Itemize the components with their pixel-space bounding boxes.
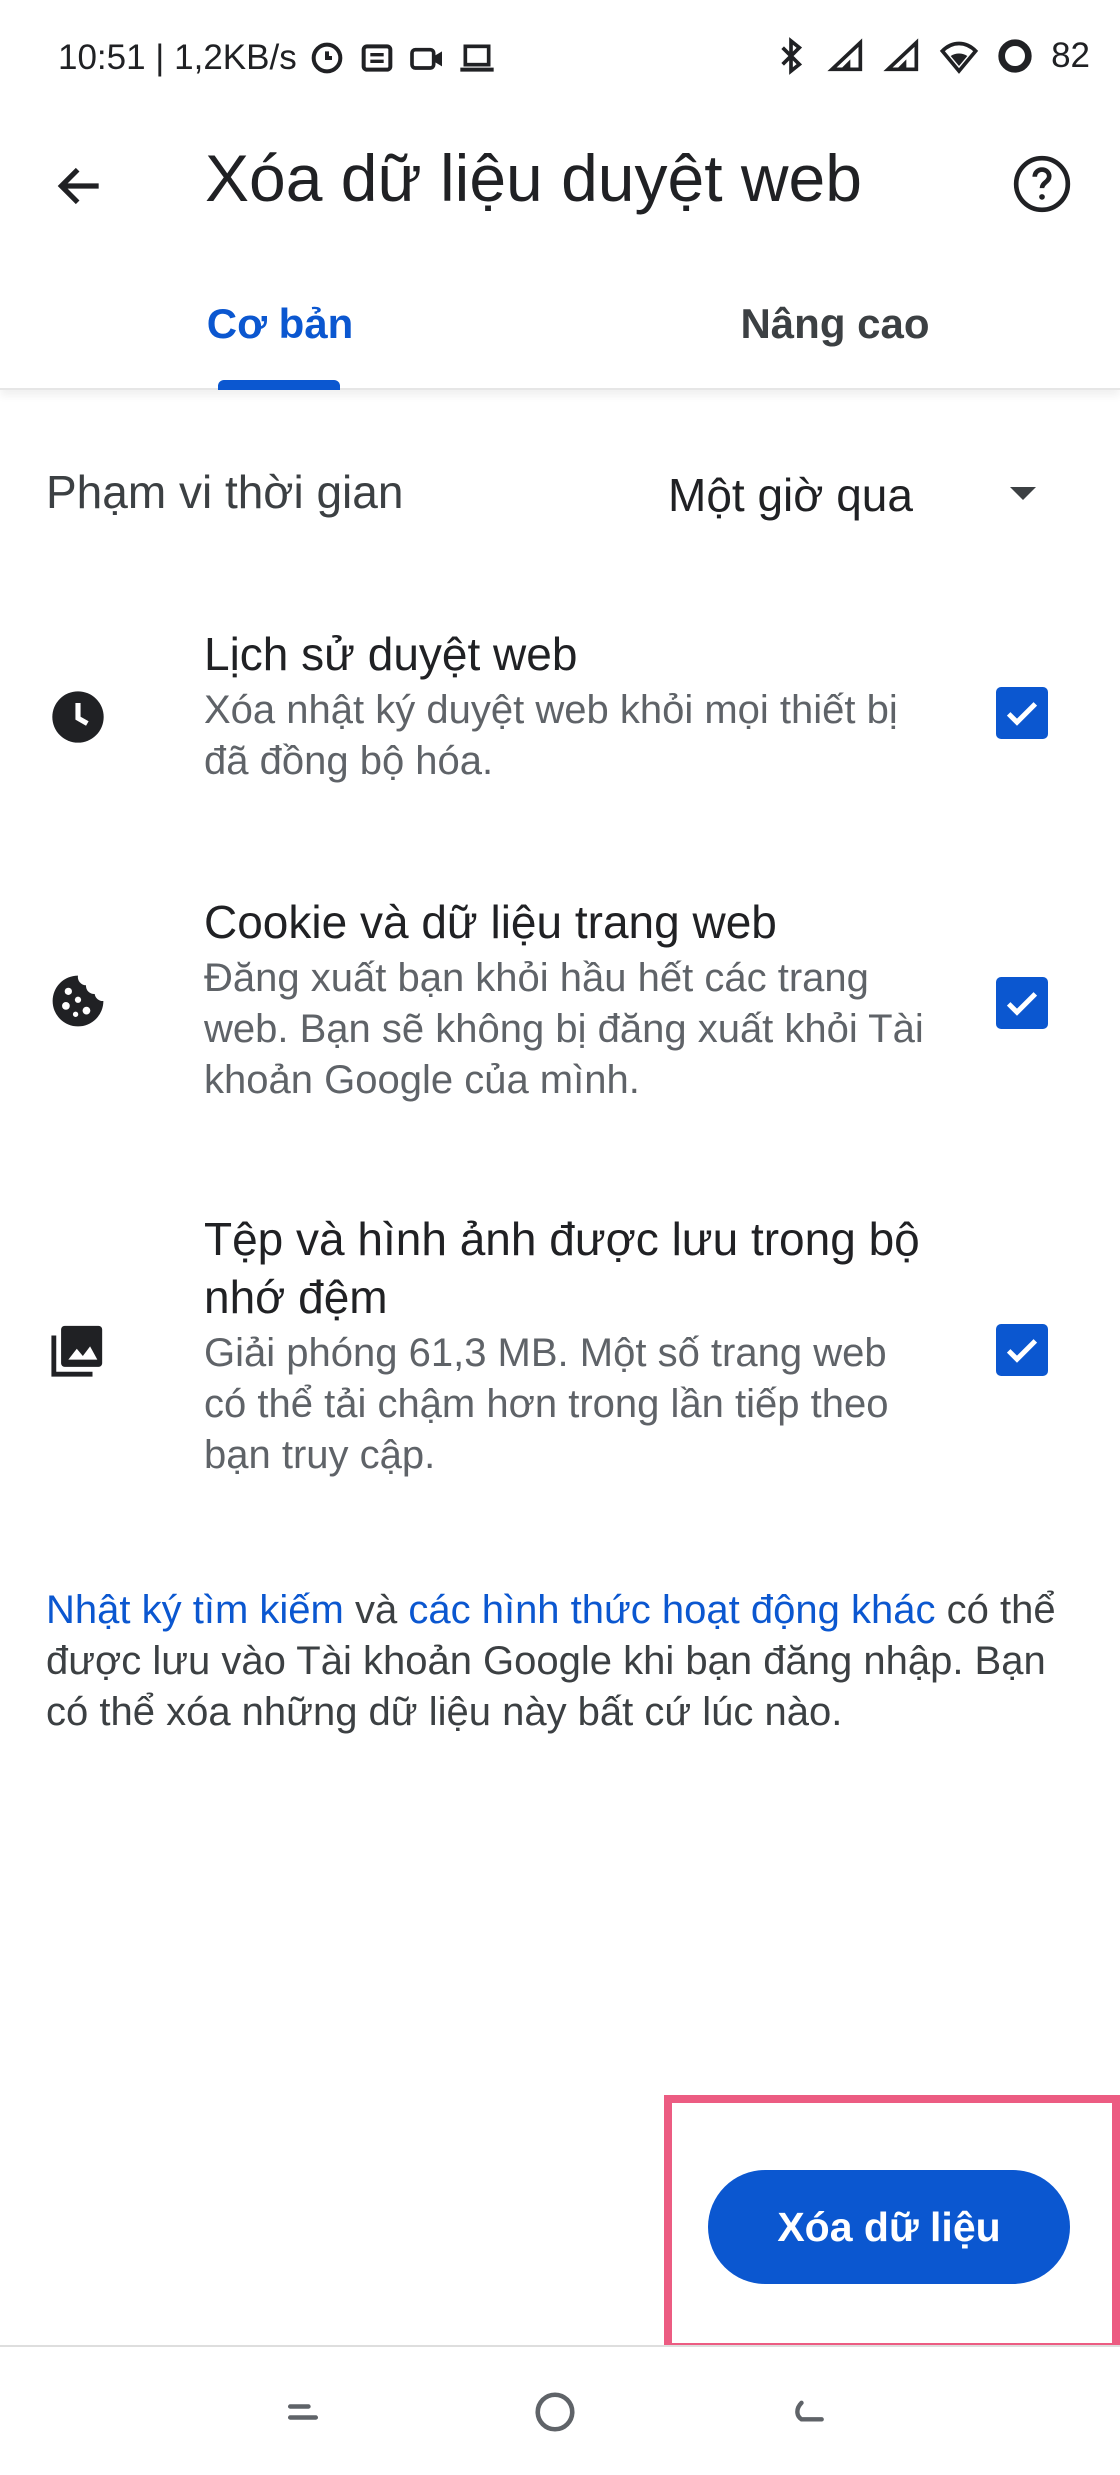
status-right: 82 — [771, 36, 1090, 76]
option-title: Cookie và dữ liệu trang web — [204, 896, 777, 948]
alarm-icon — [311, 42, 343, 74]
check-icon — [1006, 702, 1038, 726]
checkbox-browsing-history[interactable] — [996, 687, 1048, 739]
note-connector: và — [354, 1588, 398, 1632]
laptop-icon — [460, 44, 494, 72]
check-icon — [1006, 992, 1038, 1016]
option-text: Cookie và dữ liệu trang web Đăng xuất bạ… — [204, 893, 934, 1106]
time-range-value: Một giờ qua — [668, 469, 913, 521]
tab-bar: Cơ bản Nâng cao — [0, 268, 1120, 390]
activity-note: Nhật ký tìm kiếm và các hình thức hoạt đ… — [46, 1585, 1076, 1738]
status-time-speed: 10:51 | 1,2KB/s — [58, 38, 297, 77]
option-title: Lịch sử duyệt web — [204, 628, 578, 680]
other-activity-link[interactable]: các hình thức hoạt động khác — [408, 1588, 935, 1632]
signal-icon — [827, 38, 863, 72]
check-icon — [1006, 1339, 1038, 1363]
back-button[interactable] — [40, 146, 120, 226]
dropdown-arrow-icon — [1010, 487, 1036, 500]
menu-icon — [287, 2404, 319, 2420]
tab-advanced[interactable]: Nâng cao — [685, 268, 985, 390]
clock-icon — [48, 687, 108, 747]
checkbox-cookies[interactable] — [996, 977, 1048, 1029]
option-description: Xóa nhật ký duyệt web khỏi mọi thiết bị … — [204, 688, 898, 783]
top-app-bar: Xóa dữ liệu duyệt web — [0, 120, 1120, 240]
message-icon — [361, 44, 393, 72]
help-button[interactable] — [1002, 144, 1082, 224]
option-description: Giải phóng 61,3 MB. Một số trang web có … — [204, 1331, 889, 1477]
image-stack-icon — [48, 1320, 108, 1380]
checkbox-cached-images[interactable] — [996, 1324, 1048, 1376]
arrow-back-icon — [57, 167, 99, 205]
option-text: Tệp và hình ảnh được lưu trong bộ nhớ đệ… — [204, 1210, 934, 1481]
option-text: Lịch sử duyệt web Xóa nhật ký duyệt web … — [204, 625, 934, 787]
clear-data-button[interactable]: Xóa dữ liệu — [708, 2170, 1070, 2284]
battery-level: 82 — [1051, 36, 1090, 75]
status-bar: 10:51 | 1,2KB/s 82 — [0, 0, 1120, 120]
recent-apps-button[interactable] — [268, 2377, 338, 2447]
home-button[interactable] — [520, 2377, 590, 2447]
bluetooth-icon — [781, 37, 803, 75]
back-gesture-icon — [795, 2400, 824, 2422]
search-history-link[interactable]: Nhật ký tìm kiếm — [46, 1588, 344, 1632]
video-call-icon — [409, 47, 442, 70]
signal-2-icon — [883, 38, 919, 72]
page-title: Xóa dữ liệu duyệt web — [205, 141, 862, 215]
nav-back-button[interactable] — [772, 2377, 842, 2447]
wifi-icon — [939, 41, 979, 74]
tab-indicator — [218, 380, 340, 390]
battery-icon — [998, 39, 1032, 73]
time-range-label: Phạm vi thời gian — [46, 466, 404, 518]
tab-basic[interactable]: Cơ bản — [130, 268, 430, 390]
option-description: Đăng xuất bạn khỏi hầu hết các trang web… — [204, 956, 924, 1102]
system-nav-bar — [0, 2345, 1120, 2475]
status-left: 10:51 | 1,2KB/s — [58, 38, 497, 78]
option-title: Tệp và hình ảnh được lưu trong bộ nhớ đệ… — [204, 1213, 920, 1323]
time-range-dropdown[interactable]: Một giờ qua — [668, 455, 1068, 535]
help-circle-icon — [1013, 155, 1071, 213]
home-circle-icon — [535, 2392, 575, 2432]
cookie-icon — [48, 971, 108, 1031]
